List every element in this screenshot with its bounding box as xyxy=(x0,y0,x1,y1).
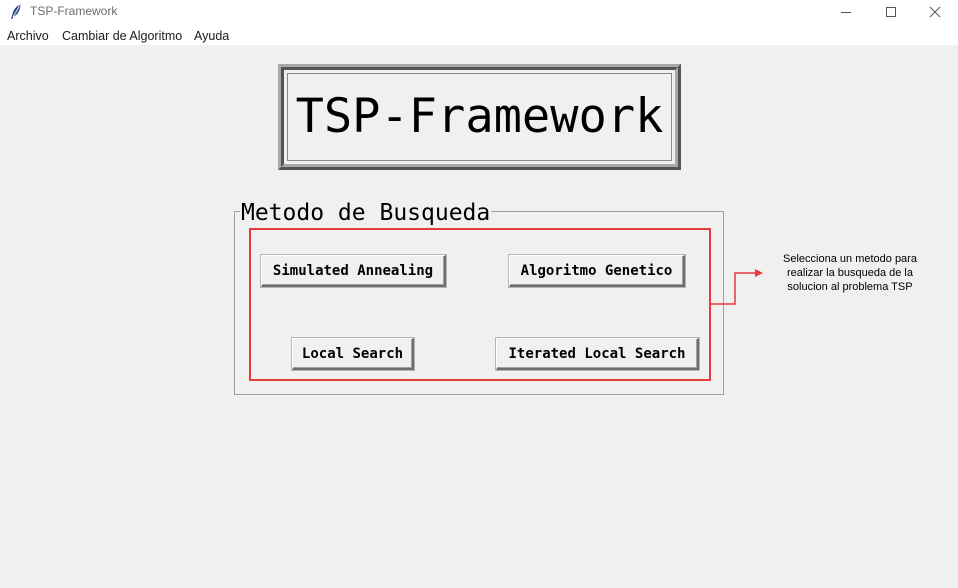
iterated-local-search-button[interactable]: Iterated Local Search xyxy=(496,338,699,370)
method-group-legend: Metodo de Busqueda xyxy=(240,200,492,226)
maximize-icon xyxy=(886,7,896,17)
feather-icon xyxy=(11,5,21,19)
close-icon xyxy=(929,6,941,18)
algoritmo-genetico-button[interactable]: Algoritmo Genetico xyxy=(509,255,685,287)
window-titlebar[interactable]: TSP-Framework xyxy=(0,0,958,24)
simulated-annealing-button[interactable]: Simulated Annealing xyxy=(261,255,446,287)
annotation-line: solucion al problema TSP xyxy=(787,281,913,293)
minimize-icon xyxy=(841,12,851,13)
maximize-button[interactable] xyxy=(868,0,914,24)
local-search-button[interactable]: Local Search xyxy=(292,338,414,370)
menu-bar: Archivo Cambiar de Algoritmo Ayuda xyxy=(0,24,958,45)
menu-archivo[interactable]: Archivo xyxy=(7,29,49,43)
menu-cambiar-algoritmo[interactable]: Cambiar de Algoritmo xyxy=(62,29,182,43)
close-button[interactable] xyxy=(912,0,958,24)
page-title: TSP-Framework xyxy=(295,88,664,144)
minimize-button[interactable] xyxy=(823,0,869,24)
title-box: TSP-Framework xyxy=(278,64,681,170)
window-title: TSP-Framework xyxy=(30,4,118,18)
annotation-line: realizar la busqueda de la xyxy=(787,267,913,279)
menu-ayuda[interactable]: Ayuda xyxy=(194,29,229,43)
annotation-text: Selecciona un metodo para realizar la bu… xyxy=(770,252,930,294)
annotation-line: Selecciona un metodo para xyxy=(783,253,917,265)
